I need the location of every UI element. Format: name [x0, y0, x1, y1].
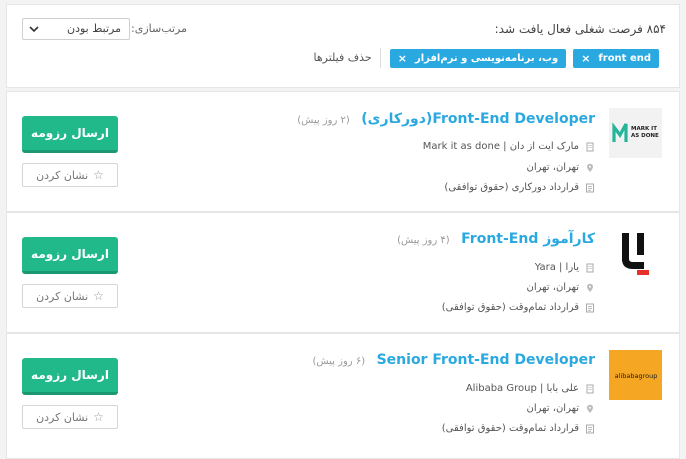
bookmark-label: نشان کردن: [36, 289, 89, 303]
document-icon: [586, 303, 594, 312]
job-title[interactable]: Front-End Developer(دورکاری): [361, 111, 595, 127]
filter-chip-label: front end: [598, 52, 651, 64]
building-icon: [586, 263, 594, 272]
job-title-row: Senior Front-End Developer (۶ روز پیش): [313, 352, 595, 368]
location-pin-icon: [587, 283, 593, 292]
svg-text:MARK IT: MARK IT: [631, 126, 657, 132]
document-icon: [586, 424, 594, 433]
bookmark-button[interactable]: ☆ نشان کردن: [22, 405, 118, 429]
contract-type: قرارداد تمام‌وقت (حقوق توافقی): [441, 302, 579, 313]
bookmark-button[interactable]: ☆ نشان کردن: [22, 163, 118, 187]
company-name[interactable]: یارا | Yara: [535, 262, 579, 273]
mark-it-as-done-logo: MARK IT AS DONE: [611, 122, 659, 142]
company-row: یارا | Yara: [535, 262, 595, 273]
contract-type: قرارداد تمام‌وقت (حقوق توافقی): [441, 423, 579, 434]
company-logo[interactable]: [609, 229, 662, 279]
company-logo[interactable]: MARK IT AS DONE: [609, 108, 662, 158]
company-name[interactable]: علی بابا | Alibaba Group: [466, 383, 579, 394]
results-header: ۸۵۴ فرصت شغلی فعال یافت شد: مرتب‌سازی: م…: [6, 4, 680, 88]
job-title-row: کارآموز Front-End (۴ روز پیش): [397, 231, 595, 247]
company-row: علی بابا | Alibaba Group: [466, 383, 595, 394]
location-row: تهران، تهران: [527, 403, 595, 414]
posted-ago: (۲ روز پیش): [297, 115, 350, 126]
close-icon[interactable]: ×: [581, 52, 590, 65]
alibaba-group-logo: alibabagroup: [614, 372, 657, 380]
bookmark-label: نشان کردن: [36, 410, 89, 424]
bookmark-label: نشان کردن: [36, 168, 89, 182]
job-location: تهران، تهران: [526, 162, 579, 173]
job-title[interactable]: کارآموز Front-End: [461, 231, 595, 247]
company-name[interactable]: مارک ایت از دان | Mark it as done: [423, 141, 579, 152]
close-icon[interactable]: ×: [398, 52, 407, 65]
document-icon: [586, 183, 594, 192]
company-logo[interactable]: alibabagroup: [609, 350, 662, 400]
job-location: تهران، تهران: [526, 282, 579, 293]
sort-select-value: مرتبط بودن: [66, 22, 121, 35]
building-icon: [586, 142, 594, 151]
contract-row: قرارداد دورکاری (حقوق توافقی): [444, 182, 595, 193]
location-pin-icon: [587, 163, 593, 172]
star-icon: ☆: [93, 168, 104, 182]
filter-chip-web-programming[interactable]: وب، برنامه‌نویسی و نرم‌افزار ×: [389, 48, 567, 68]
job-title[interactable]: Senior Front-End Developer: [377, 352, 595, 368]
star-icon: ☆: [93, 410, 104, 424]
job-card[interactable]: alibabagroup Senior Front-End Developer …: [6, 333, 680, 459]
send-resume-button[interactable]: ارسال رزومه: [22, 116, 118, 153]
contract-row: قرارداد تمام‌وقت (حقوق توافقی): [442, 302, 595, 313]
posted-ago: (۶ روز پیش): [312, 356, 366, 367]
location-row: تهران، تهران: [527, 282, 595, 293]
send-resume-button[interactable]: ارسال رزومه: [22, 237, 118, 274]
send-resume-button[interactable]: ارسال رزومه: [22, 358, 118, 395]
active-filters: front end × وب، برنامه‌نویسی و نرم‌افزار…: [314, 48, 659, 68]
bookmark-button[interactable]: ☆ نشان کردن: [22, 284, 118, 308]
results-count: ۸۵۴ فرصت شغلی فعال یافت شد:: [494, 22, 666, 36]
job-card[interactable]: MARK IT AS DONE Front-End Developer(دورک…: [6, 91, 680, 212]
sort-select[interactable]: مرتبط بودن: [22, 18, 130, 40]
posted-ago: (۴ روز پیش): [397, 235, 450, 246]
job-location: تهران، تهران: [526, 403, 579, 414]
contract-row: قرارداد تمام‌وقت (حقوق توافقی): [442, 423, 595, 434]
clear-filters-link[interactable]: حذف فیلترها: [314, 48, 381, 68]
job-card[interactable]: کارآموز Front-End (۴ روز پیش) یارا | Yar…: [6, 212, 680, 333]
svg-text:AS DONE: AS DONE: [631, 133, 659, 139]
sort-label: مرتب‌سازی:: [131, 22, 188, 35]
chevron-down-icon: [29, 26, 39, 33]
location-row: تهران، تهران: [527, 162, 595, 173]
contract-type: قرارداد دورکاری (حقوق توافقی): [444, 182, 579, 193]
building-icon: [586, 384, 594, 393]
job-title-row: Front-End Developer(دورکاری) (۲ روز پیش): [297, 111, 595, 127]
filter-chip-label: وب، برنامه‌نویسی و نرم‌افزار: [414, 52, 559, 64]
company-row: مارک ایت از دان | Mark it as done: [423, 141, 595, 152]
job-search-page: ۸۵۴ فرصت شغلی فعال یافت شد: مرتب‌سازی: م…: [0, 0, 686, 459]
yara-logo: [621, 233, 649, 275]
location-pin-icon: [587, 404, 593, 413]
svg-text:alibabagroup: alibabagroup: [614, 372, 657, 380]
star-icon: ☆: [93, 289, 104, 303]
filter-chip-front-end[interactable]: front end ×: [573, 48, 659, 68]
